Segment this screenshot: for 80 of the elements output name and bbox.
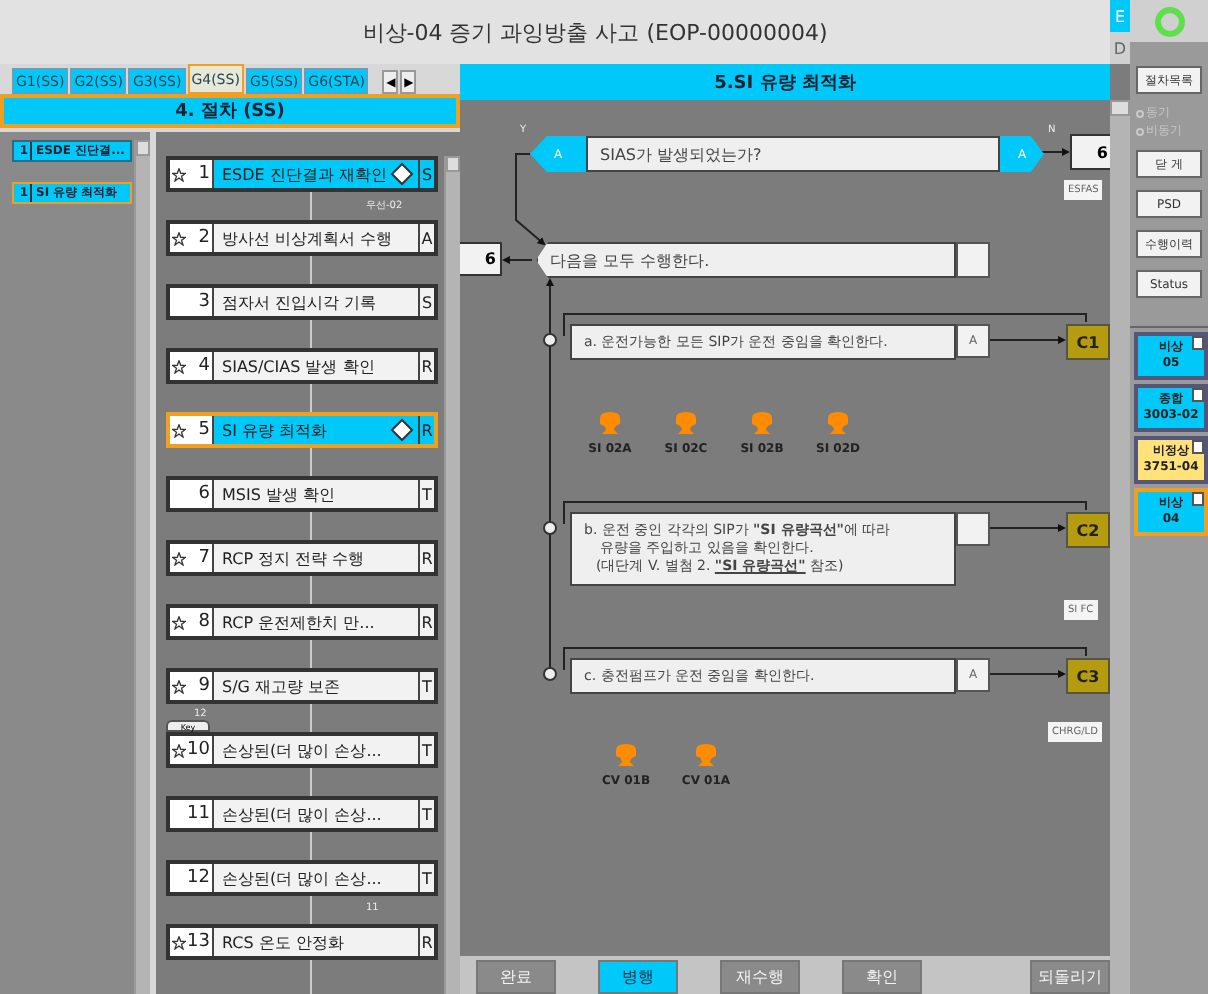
mode-flag[interactable]: D: [1110, 32, 1130, 64]
step-type: S: [418, 288, 434, 316]
procedure-step[interactable]: 11 손상된(더 많이 손상... T: [166, 796, 438, 832]
decision-question: SIAS가 발생되었는가?: [586, 136, 1000, 172]
valve-icon: [694, 744, 718, 768]
step-number: 10: [187, 740, 210, 760]
goto-step-box[interactable]: 6: [1070, 134, 1110, 170]
step-number: 11: [187, 804, 210, 824]
step-type: T: [418, 864, 434, 892]
step-title: ESDE 진단결과 재확인: [220, 163, 389, 187]
step-number: 7: [198, 548, 210, 568]
step-header: 5.SI 유량 최적화: [460, 64, 1110, 100]
procedure-step[interactable]: 2 방사선 비상계획서 수행 A: [166, 220, 438, 256]
document-icon: [1192, 388, 1204, 402]
scrollbar[interactable]: [134, 140, 150, 994]
step-type: T: [418, 480, 434, 508]
step-number: 1: [198, 164, 210, 184]
step-type: T: [418, 800, 434, 828]
step-title: S/G 재고량 보존: [220, 675, 343, 699]
valve-icon: [674, 412, 698, 436]
step-title: MSIS 발생 확인: [220, 483, 338, 507]
status-ring-icon: [1153, 5, 1185, 37]
procedure-step[interactable]: 8 RCP 운전제한치 만... R: [166, 604, 438, 640]
mark-box: [956, 242, 990, 278]
step-type: T: [418, 736, 434, 764]
step-number: 6: [198, 484, 210, 504]
step-type: R: [418, 416, 434, 444]
goto-step-box[interactable]: 6: [460, 242, 502, 276]
step-number: 13: [187, 932, 210, 952]
step-type: A: [418, 224, 434, 252]
valve-icon: [750, 412, 774, 436]
procedure-step[interactable]: 9 S/G 재고량 보존 T: [166, 668, 438, 704]
check-code-box[interactable]: C1: [1066, 324, 1110, 360]
step-title: RCP 정지 전략 수행: [220, 547, 367, 571]
procedure-step[interactable]: 13 RCS 온도 안정화 R: [166, 924, 438, 960]
step-type: S: [418, 160, 434, 188]
valve-icon: [598, 412, 622, 436]
step-number: 2: [198, 228, 210, 248]
step-number: 12: [187, 868, 210, 888]
procedure-step[interactable]: 1 ESDE 진단결과 재확인 S: [166, 156, 438, 192]
check-code-box[interactable]: C2: [1066, 512, 1110, 548]
step-title: SIAS/CIAS 발생 확인: [220, 355, 377, 379]
step-number: 3: [198, 292, 210, 312]
scrollbar[interactable]: [444, 156, 460, 994]
step-type: T: [418, 672, 434, 700]
mark-box: [956, 512, 990, 546]
procedure-header: 4. 절차 (SS): [0, 94, 460, 128]
step-type: R: [418, 928, 434, 956]
step-type: R: [418, 608, 434, 636]
step-number: 9: [198, 676, 210, 696]
step-number: 8: [198, 612, 210, 632]
step-number: 4: [198, 356, 210, 376]
valve-icon: [614, 744, 638, 768]
check-code-box[interactable]: C3: [1066, 658, 1110, 694]
scrollbar[interactable]: [1110, 100, 1130, 994]
window-title: 비상-04 증기 과잉방출 사고 (EOP-00000004): [360, 17, 830, 49]
step-type: R: [418, 544, 434, 572]
action-button[interactable]: 병행: [598, 960, 678, 994]
step-number: 5: [198, 420, 210, 440]
document-icon: [1192, 336, 1204, 350]
step-title: 손상된(더 많이 손상...: [220, 803, 384, 827]
document-icon: [1192, 492, 1204, 506]
step-title: 방사선 비상계획서 수행: [220, 227, 395, 251]
step-title: RCP 운전제한치 만...: [220, 611, 377, 635]
procedure-step[interactable]: 6 MSIS 발생 확인 T: [166, 476, 438, 512]
action-text: 다음을 모두 수행한다.: [536, 242, 956, 278]
procedure-step[interactable]: 5 SI 유량 최적화 R: [166, 412, 438, 448]
step-title: 손상된(더 많이 손상...: [220, 867, 384, 891]
valve-icon: [826, 412, 850, 436]
step-type: R: [418, 352, 434, 380]
step-title: RCS 온도 안정화: [220, 931, 346, 955]
step-title: 손상된(더 많이 손상...: [220, 739, 384, 763]
document-icon: [1192, 440, 1204, 454]
procedure-step[interactable]: 4 SIAS/CIAS 발생 확인 R: [166, 348, 438, 384]
step-title: SI 유량 최적화: [220, 419, 330, 443]
procedure-step[interactable]: 7 RCP 정지 전략 수행 R: [166, 540, 438, 576]
procedure-step[interactable]: 3 점자서 진입시각 기록 S: [166, 284, 438, 320]
procedure-step[interactable]: 10 손상된(더 많이 손상... T: [166, 732, 438, 768]
step-title: 점자서 진입시각 기록: [220, 291, 379, 315]
procedure-step[interactable]: 12 손상된(더 많이 손상... T: [166, 860, 438, 896]
